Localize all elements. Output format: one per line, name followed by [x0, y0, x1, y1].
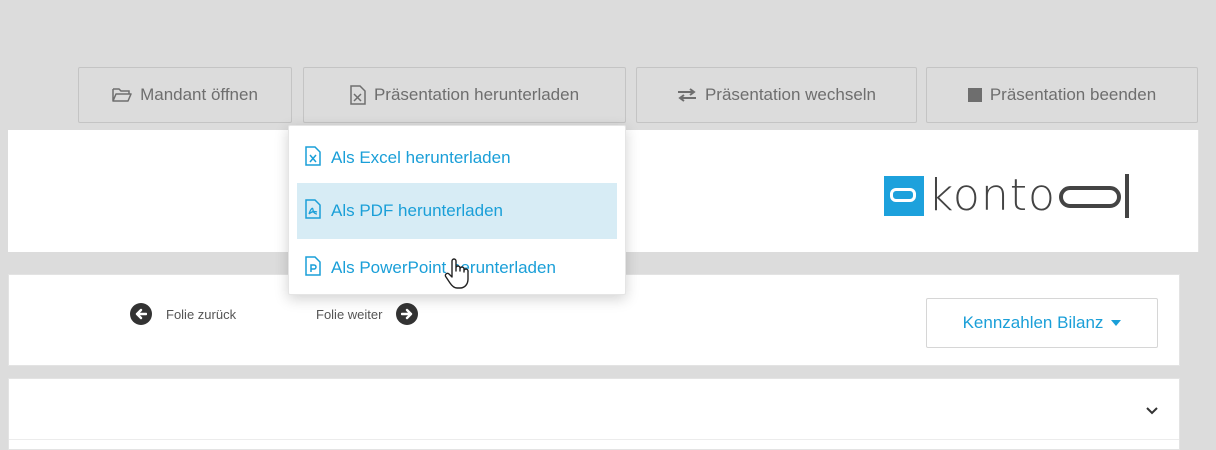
stop-icon	[967, 88, 982, 102]
logo-mark	[884, 176, 924, 216]
kontool-logo: konto	[884, 174, 1129, 218]
folder-open-icon	[112, 87, 132, 103]
panel-divider	[9, 439, 1179, 440]
pdf-file-icon	[305, 198, 321, 224]
open-client-button[interactable]: Mandant öffnen	[78, 67, 292, 123]
previous-slide-button[interactable]: Folie zurück	[130, 303, 236, 325]
menu-item-pdf[interactable]: Als PDF herunterladen	[297, 183, 617, 239]
chevron-down-icon[interactable]	[1146, 402, 1158, 420]
content-panel	[8, 378, 1180, 450]
open-client-label: Mandant öffnen	[140, 85, 258, 104]
excel-file-icon	[305, 145, 321, 171]
hand-pointer-cursor-icon	[444, 258, 470, 295]
next-slide-label: Folie weiter	[316, 306, 383, 322]
menu-item-pdf-label: Als PDF herunterladen	[331, 201, 503, 220]
menu-item-excel[interactable]: Als Excel herunterladen	[297, 130, 617, 186]
download-presentation-label: Präsentation herunterladen	[373, 85, 580, 104]
next-slide-button[interactable]: Folie weiter	[316, 303, 419, 325]
previous-slide-label: Folie zurück	[166, 306, 237, 322]
switch-presentation-button[interactable]: Präsentation wechseln	[636, 67, 917, 123]
document-icon	[350, 85, 366, 105]
switch-presentation-label: Präsentation wechseln	[704, 85, 877, 104]
metrics-dropdown[interactable]: Kennzahlen Bilanz	[926, 298, 1158, 348]
arrow-left-circle-icon	[130, 303, 152, 325]
end-presentation-label: Präsentation beenden	[989, 85, 1157, 104]
logo-text: konto	[928, 170, 1056, 221]
exchange-icon	[677, 88, 697, 102]
end-presentation-button[interactable]: Präsentation beenden	[926, 67, 1198, 123]
metrics-dropdown-label: Kennzahlen Bilanz	[962, 313, 1104, 332]
arrow-right-circle-icon	[396, 303, 419, 325]
caret-down-icon	[1111, 320, 1122, 326]
download-presentation-button[interactable]: Präsentation herunterladen	[303, 67, 626, 123]
logo-l-glyph	[1124, 174, 1129, 218]
logo-tool-glyph	[1058, 186, 1121, 208]
menu-item-excel-label: Als Excel herunterladen	[331, 148, 511, 167]
powerpoint-file-icon	[305, 255, 321, 281]
